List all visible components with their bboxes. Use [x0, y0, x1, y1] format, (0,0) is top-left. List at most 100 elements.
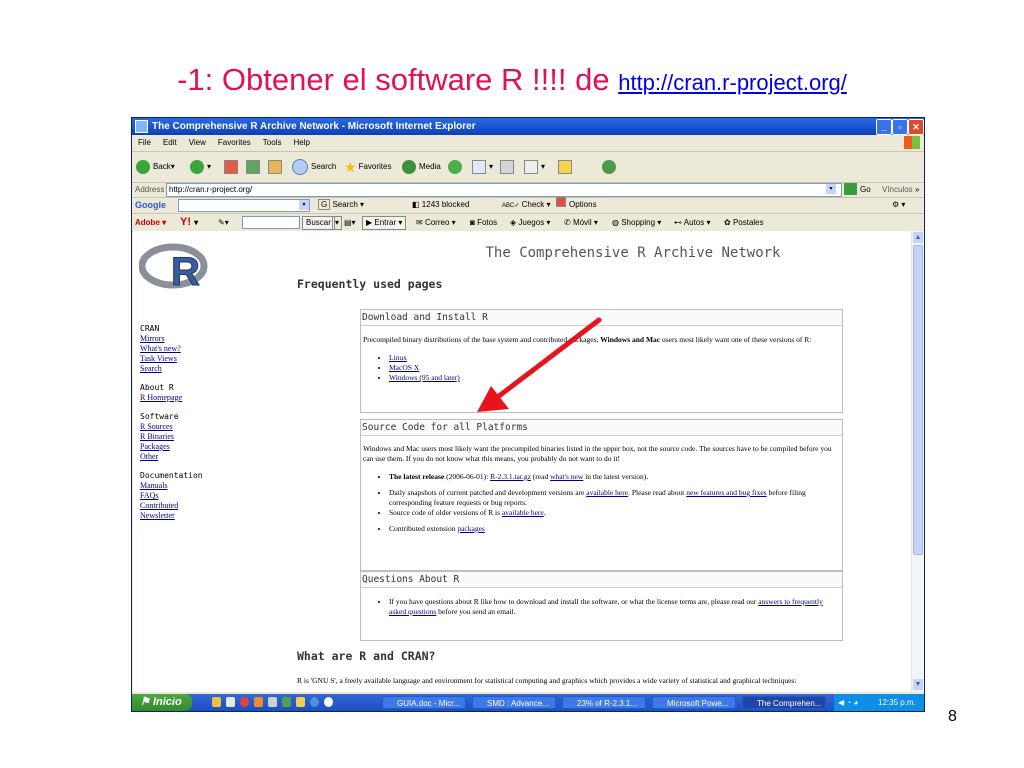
links-label[interactable]: Vínculos [882, 182, 913, 197]
search-button[interactable]: Search [292, 159, 336, 175]
shopping-button[interactable]: ◍ Shopping ▾ [612, 214, 661, 231]
mail-button[interactable]: ▾ [472, 159, 493, 175]
task-powerpoint[interactable]: Microsoft Powe... [652, 696, 736, 709]
google-toolbar: Google ▾ G Search ▾ ◧ 1243 blocked ABC✓ … [132, 197, 924, 214]
scroll-up-arrow-icon[interactable]: ▲ [913, 232, 923, 243]
star-icon: ★ [344, 159, 357, 175]
clock: 12:35 p.m. [878, 698, 916, 707]
edit-button[interactable]: ▾ [524, 159, 545, 175]
back-arrow-icon [136, 160, 150, 174]
address-input[interactable]: http://cran.r-project.org/ [166, 183, 842, 197]
movil-button[interactable]: ✆ Móvil ▾ [564, 214, 598, 231]
slide-title: -1: Obtener el software R !!!! de http:/… [0, 62, 1024, 98]
juegos-button[interactable]: ◈ Juegos ▾ [510, 214, 550, 231]
vertical-scrollbar[interactable]: ▲ ▼ [911, 231, 924, 692]
history-button[interactable] [448, 159, 465, 175]
messenger-button[interactable] [602, 159, 619, 175]
popup-icon: ◧ [412, 200, 420, 209]
google-dropdown[interactable]: ▾ [299, 200, 309, 210]
google-logo[interactable]: Google [135, 197, 166, 213]
options-button[interactable]: Options [556, 197, 597, 213]
yahoo-button[interactable]: Y! ▾ [180, 214, 198, 231]
menu-file[interactable]: File [138, 138, 151, 147]
maximize-button[interactable]: ▫ [892, 119, 908, 135]
page-number: 8 [948, 708, 957, 725]
edit-icon [524, 160, 538, 174]
google-search-button[interactable]: G Search ▾ [318, 197, 364, 213]
minimize-button[interactable]: _ [876, 119, 892, 135]
adobe-button[interactable]: Adobe ▾ [135, 214, 166, 231]
pencil-icon[interactable]: ✎▾ [218, 214, 229, 231]
home-button[interactable] [268, 159, 285, 175]
entrar-button[interactable]: ▶ Entrar ▾ [362, 216, 407, 230]
system-tray: ◀ ◔ ◕ 12:35 p.m. [834, 694, 924, 711]
buscar-button[interactable]: Buscar [302, 216, 335, 230]
quicklaunch-icon-9[interactable] [324, 697, 333, 707]
blocked-label: 1243 blocked [421, 200, 470, 209]
go-arrow-icon[interactable] [844, 183, 857, 195]
task-word[interactable]: GUIA.doc - Micr... [382, 696, 466, 709]
scroll-down-arrow-icon[interactable]: ▼ [913, 679, 923, 690]
task-ie-cran[interactable]: The Comprehen... [742, 696, 826, 709]
forward-button[interactable]: ▾ [190, 159, 211, 175]
autos-button[interactable]: ⊷ Autos ▾ [674, 214, 711, 231]
yahoo-search-input[interactable] [242, 216, 300, 229]
close-button[interactable]: ✕ [908, 119, 924, 135]
address-dropdown[interactable]: ▾ [826, 184, 836, 194]
search-label: Search [311, 162, 337, 171]
cran-url-link[interactable]: http://cran.r-project.org/ [618, 70, 847, 95]
correo-button[interactable]: ✉ Correo ▾ [416, 214, 456, 231]
menu-help[interactable]: Help [293, 138, 309, 147]
spell-check-button[interactable]: ABC✓ Check ▾ [502, 197, 551, 214]
web-content: R CRAN Mirrors What's new? Task Views Se… [133, 231, 911, 692]
google-search-input[interactable] [178, 199, 310, 212]
media-icon [402, 160, 416, 174]
juegos-label: Juegos [518, 218, 545, 227]
menu-favorites[interactable]: Favorites [218, 138, 251, 147]
fotos-button[interactable]: ◙ Fotos [470, 214, 497, 231]
check-label: Check [521, 200, 545, 209]
standard-toolbar: Back ▾ ▾ Search ★ Favorites Media ▾ ▾ [132, 152, 924, 183]
quicklaunch-icon-3[interactable] [240, 697, 249, 707]
discuss-button[interactable] [558, 159, 575, 175]
tray-icons[interactable]: ◀ ◔ ◕ [838, 698, 858, 707]
forward-arrow-icon [190, 160, 204, 174]
browser-window: The Comprehensive R Archive Network - Mi… [132, 118, 924, 711]
scroll-thumb[interactable] [913, 245, 923, 555]
print-button[interactable] [500, 159, 517, 175]
menu-tools[interactable]: Tools [263, 138, 282, 147]
quicklaunch-icon-2[interactable] [226, 697, 235, 707]
menu-edit[interactable]: Edit [163, 138, 177, 147]
back-button[interactable]: Back ▾ [136, 159, 175, 175]
stop-button[interactable] [224, 159, 241, 175]
tools-icon[interactable]: ⚙ ▾ [892, 197, 905, 213]
quicklaunch-icon-5[interactable] [268, 697, 277, 707]
buscar-dropdown[interactable]: ▾ [332, 216, 343, 230]
history-icon [448, 160, 462, 174]
quicklaunch-icon-7[interactable] [296, 697, 305, 707]
yahoo-label: Y! [180, 216, 191, 228]
home-icon [268, 160, 282, 174]
address-label: Address [135, 185, 165, 194]
task-download[interactable]: 23% of R-2.3.1... [562, 696, 646, 709]
quicklaunch-icon-4[interactable] [254, 697, 263, 707]
postales-button[interactable]: ✿ Postales [724, 214, 764, 231]
refresh-button[interactable] [246, 159, 263, 175]
start-button[interactable]: ⚑ Inicio [132, 694, 192, 711]
quicklaunch-icon-1[interactable] [212, 697, 221, 707]
quicklaunch-icon-8[interactable] [310, 697, 319, 707]
page-icon[interactable]: ▤▾ [344, 214, 356, 231]
chevron-right-icon[interactable]: » [915, 182, 919, 197]
favorites-button[interactable]: ★ Favorites [344, 159, 391, 175]
task-smd[interactable]: SMD : Advance... [472, 696, 556, 709]
search-icon [292, 159, 308, 175]
go-button[interactable]: Go [860, 182, 871, 197]
stop-icon [224, 160, 238, 174]
media-label: Media [419, 162, 441, 171]
blocked-popups[interactable]: ◧ 1243 blocked [412, 197, 469, 213]
quicklaunch-icon-6[interactable] [282, 697, 291, 707]
window-title: The Comprehensive R Archive Network - Mi… [152, 121, 476, 132]
menu-view[interactable]: View [189, 138, 206, 147]
media-button[interactable]: Media [402, 159, 441, 175]
movil-label: Móvil [572, 218, 592, 227]
